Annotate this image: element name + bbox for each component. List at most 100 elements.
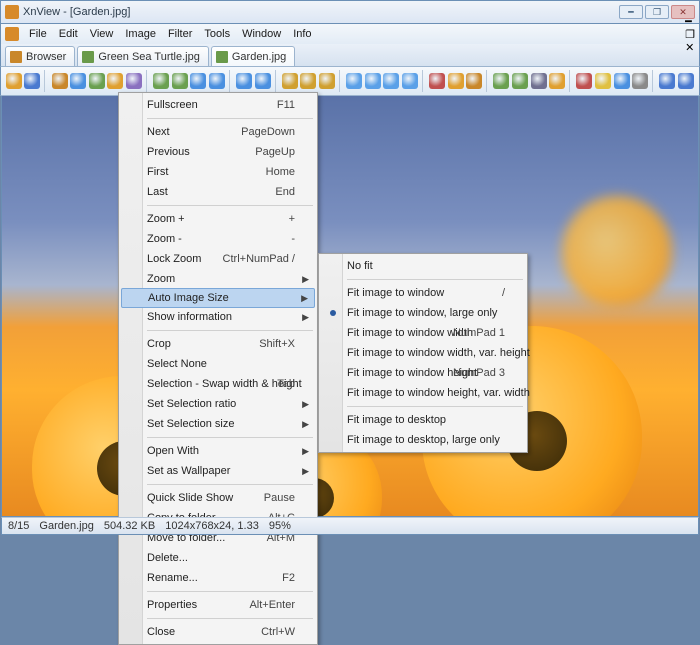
menu-item-set-as-wallpaper[interactable]: Set as Wallpaper▶ (121, 461, 315, 481)
menu-item-label: Quick Slide Show (147, 492, 233, 504)
menu-item-fit-image-to-window-width-var-height[interactable]: Fit image to window width, var. height (321, 343, 525, 363)
menu-item-set-selection-ratio[interactable]: Set Selection ratio▶ (121, 394, 315, 414)
menu-item-fit-image-to-window-width[interactable]: Fit image to window widthNumPad 1 (321, 323, 525, 343)
menu-item-close[interactable]: CloseCtrl+W (121, 622, 315, 642)
mdi-restore-button[interactable]: ❐ (685, 28, 695, 41)
menu-item-first[interactable]: FirstHome (121, 162, 315, 182)
rotate-ccw-button[interactable] (152, 70, 170, 92)
menu-item-fit-image-to-window-height[interactable]: Fit image to window heightNumPad 3 (321, 363, 525, 383)
mdi-minimize-button[interactable]: ━ (685, 15, 695, 28)
about-button[interactable] (677, 70, 695, 92)
zoom-in-button[interactable] (281, 70, 299, 92)
menu-item-delete[interactable]: Delete... (121, 548, 315, 568)
tab-green-sea-turtle-jpg[interactable]: Green Sea Turtle.jpg (77, 46, 209, 66)
next-button[interactable] (383, 70, 401, 92)
tab-garden-jpg[interactable]: Garden.jpg (211, 46, 295, 66)
maximize-button[interactable]: ❐ (645, 5, 669, 19)
menu-item-fit-image-to-desktop-large-only[interactable]: Fit image to desktop, large only (321, 430, 525, 450)
save-button[interactable] (24, 70, 42, 92)
menu-file[interactable]: File (23, 26, 53, 42)
paste-icon (466, 73, 482, 89)
menu-item-last[interactable]: LastEnd (121, 182, 315, 202)
options-button[interactable] (631, 70, 649, 92)
browser-icon (10, 51, 22, 63)
menu-item-next[interactable]: NextPageDown (121, 122, 315, 142)
web-button[interactable] (613, 70, 631, 92)
menu-item-fit-image-to-window-height-var-width[interactable]: Fit image to window height, var. width (321, 383, 525, 403)
fullscreen-button[interactable] (69, 70, 87, 92)
menu-item-crop[interactable]: CropShift+X (121, 334, 315, 354)
zoom-fit-button[interactable] (300, 70, 318, 92)
menu-item-show-information[interactable]: Show information▶ (121, 307, 315, 327)
delete-button[interactable] (576, 70, 594, 92)
menu-item-label: Fit image to desktop (347, 414, 446, 426)
email-button[interactable] (594, 70, 612, 92)
convert-button[interactable] (125, 70, 143, 92)
menu-shortcut: Shift+X (259, 338, 295, 350)
redo-button[interactable] (254, 70, 272, 92)
menu-item-rename[interactable]: Rename...F2 (121, 568, 315, 588)
submenu-arrow-icon: ▶ (301, 293, 308, 304)
clipboard-button[interactable] (549, 70, 567, 92)
menu-item-fit-image-to-window-large-only[interactable]: Fit image to window, large only (321, 303, 525, 323)
print-icon (531, 73, 547, 89)
menu-item-fit-image-to-desktop[interactable]: Fit image to desktop (321, 410, 525, 430)
next-page-button[interactable] (401, 70, 419, 92)
flip-v-button[interactable] (208, 70, 226, 92)
menu-item-fit-image-to-window[interactable]: Fit image to window/ (321, 283, 525, 303)
browser-button[interactable] (51, 70, 69, 92)
system-menu-icon[interactable] (5, 27, 19, 41)
cut-button[interactable] (428, 70, 446, 92)
menu-item-label: No fit (347, 260, 373, 272)
menu-item-fullscreen[interactable]: FullscreenF11 (121, 95, 315, 115)
scan-button[interactable] (511, 70, 529, 92)
status-filesize: 504.32 KB (104, 520, 155, 532)
menu-item-selection-swap-width-height[interactable]: Selection - Swap width & heightTab (121, 374, 315, 394)
open-button[interactable] (5, 70, 23, 92)
menu-item-quick-slide-show[interactable]: Quick Slide ShowPause (121, 488, 315, 508)
prev-icon (365, 73, 381, 89)
scan-icon (512, 73, 528, 89)
context-menu[interactable]: FullscreenF11 NextPageDownPreviousPageUpF… (118, 92, 318, 645)
menu-window[interactable]: Window (236, 26, 287, 42)
help-button[interactable] (659, 70, 677, 92)
prev-button[interactable] (364, 70, 382, 92)
menu-item-set-selection-size[interactable]: Set Selection size▶ (121, 414, 315, 434)
prev-page-button[interactable] (345, 70, 363, 92)
hex-button[interactable] (88, 70, 106, 92)
menu-item-zoom[interactable]: Zoom▶ (121, 269, 315, 289)
menu-tools[interactable]: Tools (198, 26, 236, 42)
menu-filter[interactable]: Filter (162, 26, 198, 42)
menu-item-lock-zoom[interactable]: Lock ZoomCtrl+NumPad / (121, 249, 315, 269)
menu-item-select-none[interactable]: Select None (121, 354, 315, 374)
menu-image[interactable]: Image (119, 26, 162, 42)
toolbar (0, 66, 700, 96)
flip-h-button[interactable] (190, 70, 208, 92)
undo-button[interactable] (235, 70, 253, 92)
auto-image-size-submenu[interactable]: No fit Fit image to window/Fit image to w… (318, 253, 528, 453)
menu-item-zoom[interactable]: Zoom -- (121, 229, 315, 249)
menu-view[interactable]: View (84, 26, 120, 42)
mdi-close-button[interactable]: ✕ (685, 41, 695, 54)
slideshow-button[interactable] (107, 70, 125, 92)
menu-item-properties[interactable]: PropertiesAlt+Enter (121, 595, 315, 615)
copy-button[interactable] (447, 70, 465, 92)
menu-item-zoom[interactable]: Zoom ++ (121, 209, 315, 229)
acquire-button[interactable] (493, 70, 511, 92)
menu-shortcut: NumPad 3 (453, 367, 505, 379)
print-button[interactable] (530, 70, 548, 92)
rotate-cw-button[interactable] (171, 70, 189, 92)
menu-item-auto-image-size[interactable]: Auto Image Size▶ (121, 288, 315, 308)
app-icon (5, 5, 19, 19)
minimize-button[interactable]: ━ (619, 5, 643, 19)
paste-button[interactable] (466, 70, 484, 92)
zoom-out-icon (319, 73, 335, 89)
save-icon (24, 73, 40, 89)
menu-info[interactable]: Info (287, 26, 317, 42)
menu-edit[interactable]: Edit (53, 26, 84, 42)
menu-item-previous[interactable]: PreviousPageUp (121, 142, 315, 162)
menu-item-no-fit[interactable]: No fit (321, 256, 525, 276)
zoom-out-button[interactable] (318, 70, 336, 92)
tab-browser[interactable]: Browser (5, 46, 75, 66)
menu-item-open-with[interactable]: Open With▶ (121, 441, 315, 461)
